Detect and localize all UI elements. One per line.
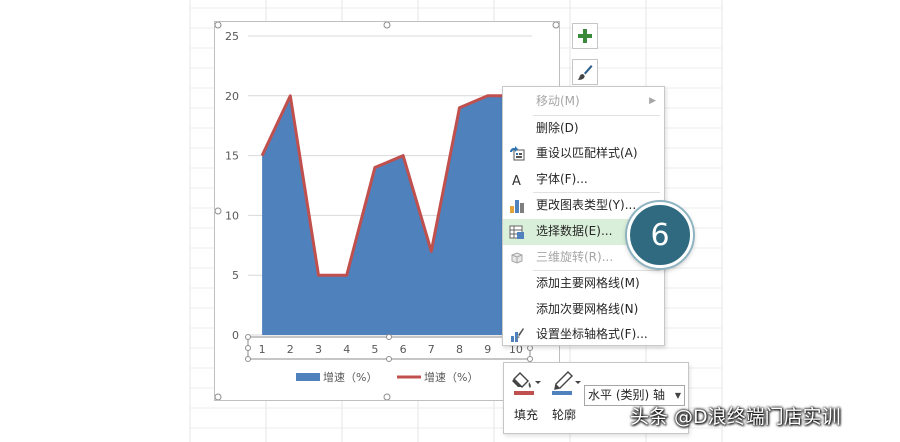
3d-rotate-icon xyxy=(509,250,525,266)
chart-styles-button[interactable] xyxy=(572,59,598,85)
paint-bucket-icon xyxy=(512,372,541,395)
font-icon: A xyxy=(509,172,525,188)
menu-item-label: 设置坐标轴格式(F)... xyxy=(536,327,648,342)
legend-label-area: 增速（%） xyxy=(323,370,377,384)
svg-text:A: A xyxy=(512,174,521,188)
menu-item-label: 字体(F)... xyxy=(536,171,588,186)
menu-item-7[interactable]: 添加主要网格线(M) xyxy=(503,271,664,297)
step-number-badge: 6 xyxy=(627,202,693,268)
chart-resize-handle[interactable] xyxy=(215,207,222,215)
fill-color-swatch xyxy=(514,391,534,395)
select-data-icon xyxy=(509,224,525,240)
legend-swatch-area xyxy=(296,373,320,381)
x-tick-label: 7 xyxy=(428,343,435,356)
legend-label-line: 增速（%） xyxy=(424,370,478,384)
menu-item-label: 添加主要网格线(M) xyxy=(536,276,640,291)
x-tick-label: 9 xyxy=(484,343,491,356)
menu-item-label: 删除(D) xyxy=(536,120,579,135)
axis-resize-handle[interactable] xyxy=(527,356,533,362)
x-tick-label: 4 xyxy=(343,343,350,356)
chart-type-icon xyxy=(509,198,525,214)
axis-resize-handle[interactable] xyxy=(245,356,251,362)
y-tick-label: 20 xyxy=(225,90,239,103)
axis-resize-handle[interactable] xyxy=(386,356,392,362)
menu-item-label: 三维旋转(R)... xyxy=(536,249,614,264)
submenu-arrow-icon: ▶ xyxy=(649,96,656,106)
watermark: 头条 @D浪终端门店实训 xyxy=(630,406,841,428)
menu-item-2[interactable]: 重设以匹配样式(A) xyxy=(503,141,664,167)
axis-format-icon xyxy=(509,327,525,343)
menu-item-8[interactable]: 添加次要网格线(N) xyxy=(503,297,664,323)
y-tick-label: 25 xyxy=(225,30,239,43)
chart-resize-handle[interactable] xyxy=(215,22,222,29)
y-tick-label: 5 xyxy=(232,269,239,282)
chart-resize-handle[interactable] xyxy=(215,393,222,400)
y-tick-label: 10 xyxy=(225,209,239,222)
x-tick-label: 8 xyxy=(456,343,463,356)
chart-element-value: 水平 (类别) 轴 xyxy=(588,388,665,402)
outline-label: 轮廓 xyxy=(551,408,576,422)
chart-elements-button[interactable] xyxy=(572,23,598,49)
y-tick-label: 0 xyxy=(232,329,239,342)
fill-label: 填充 xyxy=(513,408,538,422)
outline-button[interactable]: 轮廓 xyxy=(546,369,582,429)
x-tick-label: 6 xyxy=(400,343,407,356)
pen-outline-icon xyxy=(552,371,581,395)
paintbrush-icon xyxy=(577,65,593,80)
menu-item-label: 更改图表类型(Y)... xyxy=(536,198,637,213)
plus-icon xyxy=(578,29,592,43)
x-tick-label: 1 xyxy=(259,343,266,356)
reset-style-icon xyxy=(509,146,525,162)
axis-resize-handle[interactable] xyxy=(245,334,251,340)
menu-item-3[interactable]: A 字体(F)... xyxy=(503,167,664,193)
outline-color-swatch xyxy=(552,391,572,395)
chart-resize-handle[interactable] xyxy=(383,393,391,400)
fill-button[interactable]: 填充 xyxy=(508,369,544,429)
area-series[interactable] xyxy=(262,95,516,335)
menu-item-label: 移动(M) xyxy=(536,94,580,108)
chart-resize-handle[interactable] xyxy=(552,22,559,29)
x-tick-label: 5 xyxy=(371,343,378,356)
axis-resize-handle[interactable] xyxy=(245,345,251,351)
menu-item-label: 添加次要网格线(N) xyxy=(536,301,639,316)
menu-item-1[interactable]: 删除(D) xyxy=(503,116,664,142)
x-tick-label: 2 xyxy=(287,343,294,356)
menu-item-0: 移动(M) ▶ xyxy=(503,89,664,115)
y-tick-label: 15 xyxy=(225,150,239,163)
axis-resize-handle[interactable] xyxy=(386,334,392,340)
menu-item-label: 选择数据(E)... xyxy=(536,223,613,238)
menu-item-label: 重设以匹配样式(A) xyxy=(536,146,638,161)
chart-resize-handle[interactable] xyxy=(383,22,391,29)
x-tick-label: 3 xyxy=(315,343,322,356)
menu-item-9[interactable]: 设置坐标轴格式(F)... xyxy=(503,322,664,348)
